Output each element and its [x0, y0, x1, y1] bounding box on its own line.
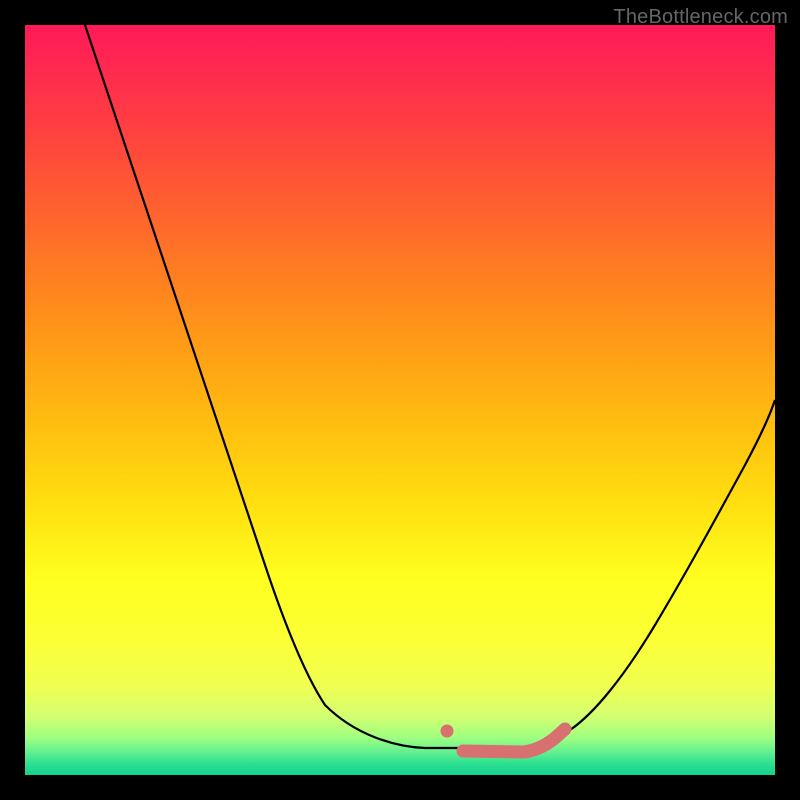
highlight-dot-icon [441, 725, 454, 738]
bottleneck-curve-path [85, 25, 775, 749]
optimum-highlight [441, 725, 566, 753]
highlight-segment-icon [463, 729, 565, 752]
plot-area [25, 25, 775, 775]
attribution-label: TheBottleneck.com [613, 6, 788, 29]
curve-layer [25, 25, 775, 775]
chart-container: TheBottleneck.com [0, 0, 800, 800]
